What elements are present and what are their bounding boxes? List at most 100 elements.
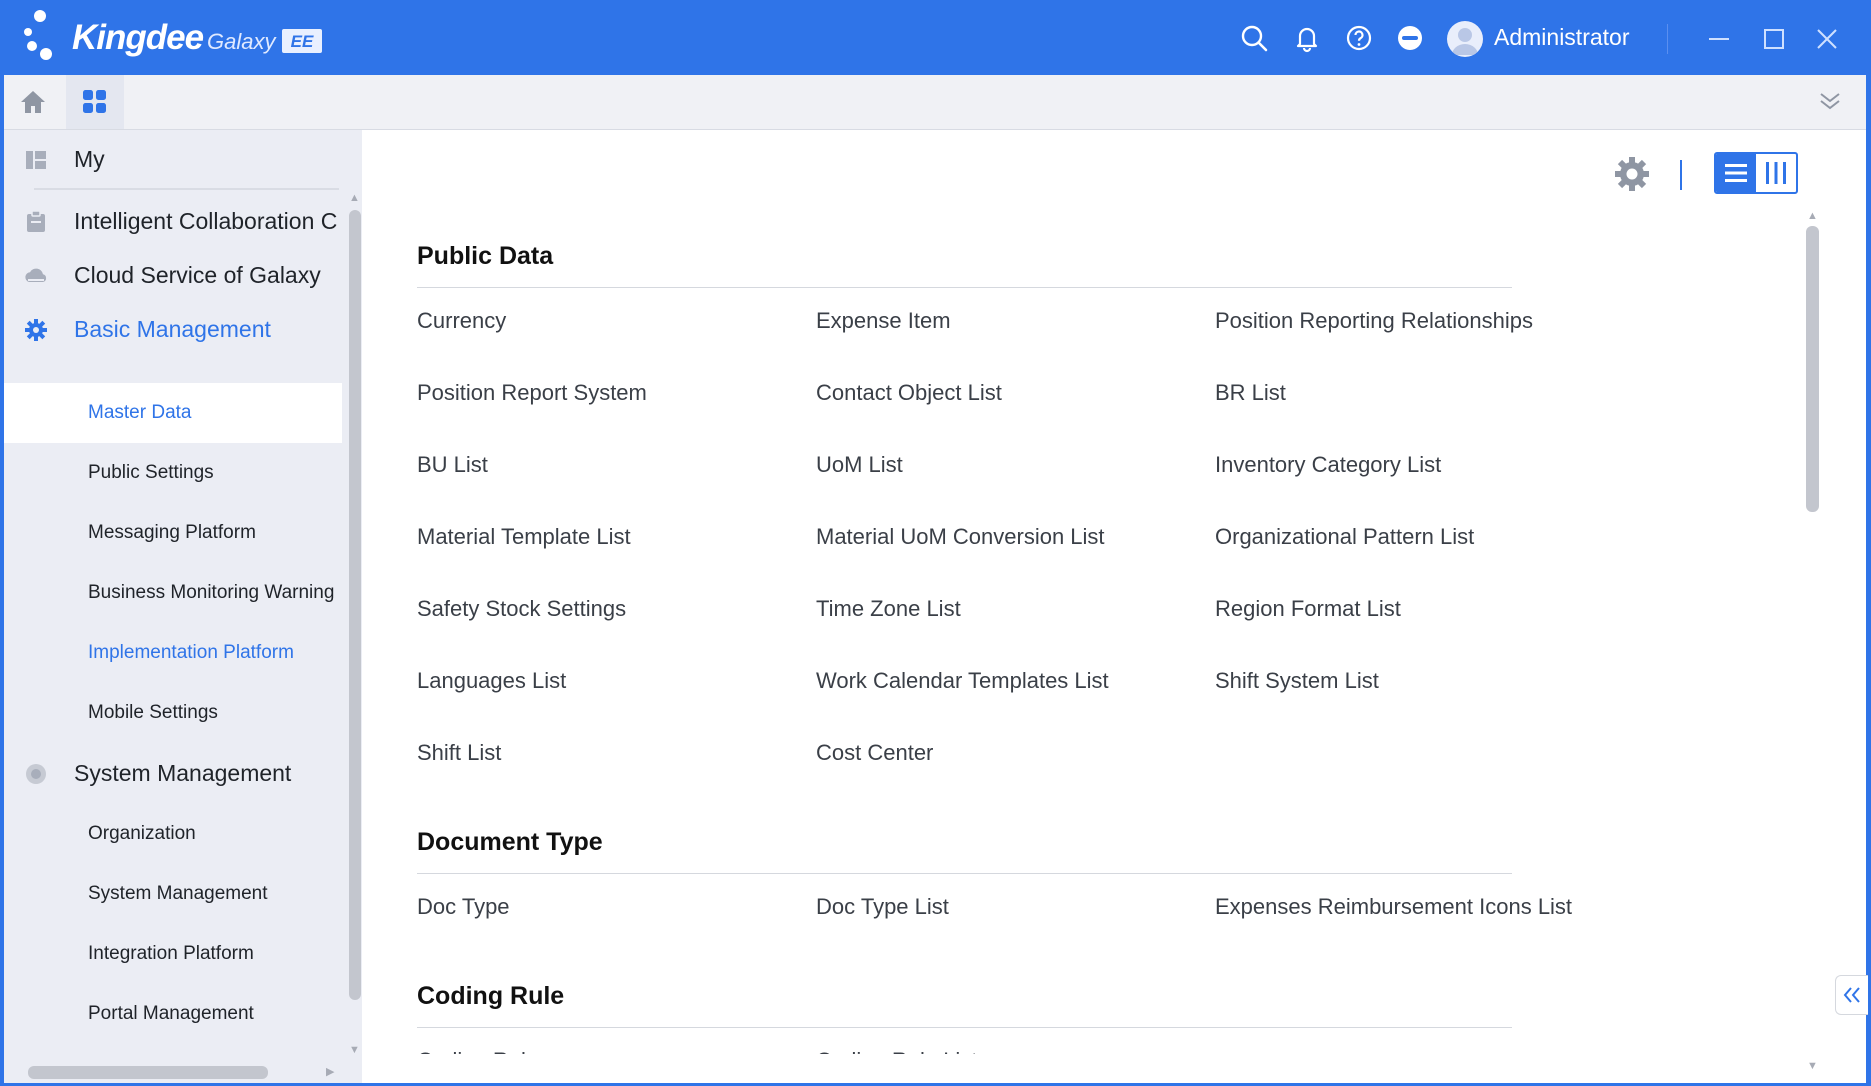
main-vertical-scrollbar[interactable] bbox=[1806, 226, 1819, 512]
sidebar-subitem-messaging-platform[interactable]: Messaging Platform bbox=[4, 503, 342, 563]
sidebar-subitem-business-monitoring[interactable]: Business Monitoring Warning bbox=[4, 563, 342, 623]
sidebar-subitem-label: Mobile Settings bbox=[88, 702, 218, 723]
sidebar-item-system-management[interactable]: System Management bbox=[4, 744, 344, 804]
list-item[interactable]: Doc Type List bbox=[816, 894, 949, 920]
list-item[interactable]: Region Format List bbox=[1215, 596, 1401, 622]
sidebar-subitem-public-settings[interactable]: Public Settings bbox=[4, 443, 342, 503]
user-icon bbox=[1452, 28, 1478, 55]
brand-name: Kingdee bbox=[72, 18, 204, 57]
sidebar-subitem-system-management[interactable]: System Management bbox=[4, 864, 342, 924]
list-item[interactable]: Contact Object List bbox=[816, 380, 1002, 406]
tab-home[interactable] bbox=[4, 75, 62, 129]
list-view-button[interactable] bbox=[1716, 154, 1756, 192]
apps-grid-icon bbox=[83, 90, 106, 113]
list-item[interactable]: Organizational Pattern List bbox=[1215, 524, 1474, 550]
sidebar-item-my[interactable]: My bbox=[4, 130, 344, 190]
section-divider bbox=[417, 873, 1512, 874]
scroll-up-arrow-icon[interactable]: ▲ bbox=[349, 192, 360, 204]
toolbar-separator bbox=[1680, 160, 1682, 190]
user-name[interactable]: Administrator bbox=[1494, 24, 1629, 51]
search-icon[interactable] bbox=[1238, 22, 1270, 54]
close-icon[interactable] bbox=[1810, 22, 1844, 56]
list-item[interactable]: Position Report System bbox=[417, 380, 647, 406]
collapse-tabs-icon[interactable] bbox=[1818, 89, 1842, 113]
divider bbox=[34, 188, 339, 190]
sidebar-item-intelligent-collaboration[interactable]: Intelligent Collaboration C bbox=[4, 192, 344, 252]
sidebar-item-label: My bbox=[74, 146, 105, 172]
sidebar-vertical-scrollbar[interactable] bbox=[349, 210, 361, 1000]
help-icon[interactable] bbox=[1343, 22, 1375, 54]
list-item[interactable]: Doc Type bbox=[417, 894, 510, 920]
sidebar-subitem-label: Organization bbox=[88, 823, 196, 844]
tab-strip bbox=[4, 75, 1866, 131]
scroll-up-arrow-icon[interactable]: ▲ bbox=[1807, 210, 1818, 222]
list-item[interactable]: Material UoM Conversion List bbox=[816, 524, 1105, 550]
list-item[interactable]: Shift System List bbox=[1215, 668, 1379, 694]
view-toggle[interactable] bbox=[1714, 152, 1798, 194]
kingdee-logo-icon bbox=[24, 10, 52, 60]
gear-icon bbox=[25, 319, 47, 341]
sidebar-horizontal-scrollbar[interactable] bbox=[28, 1066, 268, 1079]
list-item[interactable]: Languages List bbox=[417, 668, 566, 694]
sidebar-item-label: System Management bbox=[74, 760, 292, 786]
sidebar-subitem-label: Master Data bbox=[88, 402, 192, 423]
list-item[interactable]: Work Calendar Templates List bbox=[816, 668, 1109, 694]
scroll-right-arrow-icon[interactable]: ▶ bbox=[326, 1065, 334, 1078]
sidebar-subitem-label: Messaging Platform bbox=[88, 522, 256, 543]
list-item[interactable]: Expense Item bbox=[816, 308, 951, 334]
sidebar-subitem-label: Business Monitoring Warning bbox=[88, 582, 335, 603]
sidebar-subitem-label: System Management bbox=[88, 883, 268, 904]
sidebar-item-label: Intelligent Collaboration C bbox=[74, 208, 338, 234]
sidebar-item-cloud-service[interactable]: Cloud Service of Galaxy bbox=[4, 246, 344, 306]
column-view-button[interactable] bbox=[1756, 154, 1796, 192]
list-item[interactable]: Inventory Category List bbox=[1215, 452, 1441, 478]
content-clip bbox=[362, 1054, 1802, 1086]
tab-apps[interactable] bbox=[66, 75, 124, 129]
list-item[interactable]: Currency bbox=[417, 308, 506, 334]
scroll-down-arrow-icon[interactable]: ▼ bbox=[349, 1044, 360, 1056]
sidebar-subitem-label: Integration Platform bbox=[88, 943, 254, 964]
sidebar-subitem-mobile-settings[interactable]: Mobile Settings bbox=[4, 683, 342, 743]
sidebar-subitem-implementation-platform[interactable]: Implementation Platform bbox=[4, 623, 342, 683]
sidebar: My Intelligent Collaboration C Cloud Ser… bbox=[4, 130, 362, 1086]
clipboard-icon bbox=[27, 210, 45, 232]
section-divider bbox=[417, 287, 1512, 288]
scroll-down-arrow-icon[interactable]: ▼ bbox=[1807, 1060, 1818, 1072]
settings-gear-icon[interactable] bbox=[1612, 154, 1652, 194]
dashboard-icon bbox=[26, 151, 46, 169]
brand-product: Galaxy bbox=[207, 29, 276, 54]
system-icon bbox=[26, 764, 46, 784]
list-item[interactable]: Material Template List bbox=[417, 524, 631, 550]
section-title-public-data: Public Data bbox=[417, 242, 554, 270]
home-icon bbox=[21, 91, 45, 113]
list-item[interactable]: Safety Stock Settings bbox=[417, 596, 626, 622]
avatar[interactable] bbox=[1447, 21, 1483, 57]
sidebar-item-basic-management[interactable]: Basic Management bbox=[4, 300, 344, 360]
sidebar-subitem-master-data[interactable]: Master Data bbox=[4, 383, 342, 443]
sidebar-subitem-integration-platform[interactable]: Integration Platform bbox=[4, 924, 342, 984]
list-item[interactable]: Cost Center bbox=[816, 740, 933, 766]
expand-panel-button[interactable] bbox=[1835, 975, 1868, 1015]
list-item[interactable]: Expenses Reimbursement Icons List bbox=[1215, 894, 1572, 920]
list-item[interactable]: BR List bbox=[1215, 380, 1286, 406]
title-bar: Kingdee Galaxy EE Administrator bbox=[0, 0, 1871, 75]
sidebar-subitem-label: Public Settings bbox=[88, 462, 214, 483]
column-view-icon bbox=[1766, 162, 1786, 184]
more-icon[interactable] bbox=[1394, 22, 1426, 54]
minimize-icon[interactable] bbox=[1702, 22, 1736, 56]
section-divider bbox=[417, 1027, 1512, 1028]
brand-edition-badge: EE bbox=[282, 29, 322, 53]
list-item[interactable]: Shift List bbox=[417, 740, 501, 766]
list-item[interactable]: Position Reporting Relationships bbox=[1215, 308, 1533, 334]
section-title-document-type: Document Type bbox=[417, 828, 603, 856]
section-title-coding-rule: Coding Rule bbox=[417, 982, 565, 1010]
sidebar-item-label: Basic Management bbox=[74, 316, 271, 342]
bell-icon[interactable] bbox=[1291, 22, 1323, 54]
list-item[interactable]: BU List bbox=[417, 452, 488, 478]
sidebar-subitem-organization[interactable]: Organization bbox=[4, 804, 342, 864]
sidebar-subitem-portal-management[interactable]: Portal Management bbox=[4, 984, 342, 1044]
maximize-icon[interactable] bbox=[1757, 22, 1791, 56]
list-item[interactable]: Time Zone List bbox=[816, 596, 961, 622]
list-item[interactable]: UoM List bbox=[816, 452, 903, 478]
double-chevron-left-icon bbox=[1843, 987, 1860, 1003]
